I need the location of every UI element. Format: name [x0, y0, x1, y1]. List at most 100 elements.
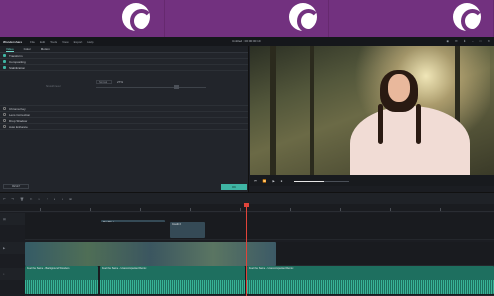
- ruler-tick: [190, 208, 191, 211]
- person-body: [350, 106, 470, 175]
- section-label: Chroma Key: [9, 106, 26, 111]
- audio-icon[interactable]: ♪: [62, 197, 64, 201]
- checkbox-icon[interactable]: [3, 119, 6, 122]
- clip-label: Feel the Same - Background Wonders: [27, 267, 70, 270]
- ruler-tick: [140, 208, 141, 211]
- rewind-icon[interactable]: ⏪: [263, 179, 267, 183]
- title-bar: Wondershare File Edit Tools View Export …: [0, 37, 494, 46]
- window-controls: ◉ ✉ ⬇ – □ ✕: [446, 39, 490, 43]
- checkbox-icon[interactable]: [3, 125, 6, 128]
- playhead[interactable]: [246, 204, 247, 296]
- clip-label: Credit 3: [172, 223, 181, 226]
- braid: [378, 104, 383, 144]
- audio-clip[interactable]: Feel the Same - Unaccompanied Remix: [100, 266, 245, 294]
- tab-motion[interactable]: Motion: [41, 47, 50, 51]
- clip-label: Feel the Same - Unaccompanied Remix: [102, 267, 147, 270]
- play-icon[interactable]: ▶: [272, 179, 274, 183]
- prev-frame-icon[interactable]: ⏮: [254, 179, 257, 183]
- smooth-slider[interactable]: [96, 87, 206, 88]
- edit-panel: Video Color Motion Transform Compositing…: [0, 46, 249, 192]
- track-header-audio[interactable]: ♪: [0, 268, 25, 280]
- color-icon[interactable]: ◐: [54, 197, 56, 201]
- filmora-logo-icon: [453, 3, 485, 33]
- video-clip[interactable]: [25, 242, 276, 266]
- menu-edit[interactable]: Edit: [40, 40, 45, 44]
- tab-video[interactable]: Video: [6, 47, 14, 52]
- track-header-video[interactable]: ▶: [0, 242, 25, 254]
- ruler-tick: [440, 208, 441, 211]
- checkbox-icon[interactable]: [3, 107, 6, 110]
- delete-icon[interactable]: 🗑: [20, 197, 24, 201]
- tab-color[interactable]: Color: [24, 47, 31, 51]
- section-label: Stabilization: [9, 65, 26, 70]
- ruler-tick: [390, 208, 391, 211]
- clip-label: Feel the Same - Unaccompanied Remix: [249, 267, 294, 270]
- section-label: Compositing: [9, 59, 26, 64]
- track-overlay: Credit 3: [25, 222, 494, 240]
- user-icon[interactable]: ◉: [446, 39, 449, 43]
- audio-waveform: [247, 280, 494, 294]
- menu-export[interactable]: Export: [74, 40, 83, 44]
- minimize-icon[interactable]: –: [472, 39, 474, 43]
- checkbox-icon[interactable]: [3, 54, 6, 57]
- top-banner: [0, 0, 494, 37]
- stop-icon[interactable]: ⏹: [281, 179, 283, 183]
- ruler-tick: [90, 208, 91, 211]
- undo-icon[interactable]: ↶: [3, 197, 6, 201]
- audio-clip[interactable]: Feel the Same - Unaccompanied Remix: [247, 266, 494, 294]
- stabilization-settings: Normal 27% Smooth level: [0, 71, 248, 106]
- tree-trunk: [310, 46, 314, 175]
- playback-progress-fill: [294, 181, 324, 182]
- audio-waveform: [100, 280, 245, 294]
- checkbox-icon[interactable]: [3, 113, 6, 116]
- menu-tools[interactable]: Tools: [50, 40, 57, 44]
- banner-tile: [329, 0, 494, 37]
- redo-icon[interactable]: ↷: [12, 197, 15, 201]
- document-title: Untitled : 00:00:00:19: [232, 39, 261, 43]
- menu-bar: File Edit Tools View Export Help: [30, 40, 93, 44]
- app-name: Wondershare: [3, 39, 23, 44]
- filmora-logo-icon: [122, 3, 153, 33]
- download-icon[interactable]: ⬇: [463, 39, 466, 43]
- checkbox-icon[interactable]: [3, 60, 6, 63]
- ruler-tick: [40, 208, 41, 211]
- section-auto-enhance[interactable]: Auto Enhance: [0, 124, 248, 130]
- cut-icon[interactable]: ✂: [30, 197, 33, 201]
- credit-clip[interactable]: Credit 3: [170, 222, 205, 238]
- speed-icon[interactable]: ◔: [46, 197, 48, 201]
- section-label: Auto Enhance: [9, 124, 28, 129]
- reset-button[interactable]: RESET: [3, 184, 29, 189]
- menu-view[interactable]: View: [62, 40, 68, 44]
- banner-tile: [0, 0, 165, 37]
- braid: [416, 104, 421, 144]
- ok-button[interactable]: OK: [221, 184, 247, 190]
- audio-clip[interactable]: Feel the Same - Background Wonders: [25, 266, 98, 294]
- edit-tabs: Video Color Motion: [0, 46, 248, 53]
- maximize-icon[interactable]: □: [480, 39, 482, 43]
- audio-waveform: [25, 280, 98, 294]
- slider-handle[interactable]: [174, 85, 179, 89]
- section-label: Drop Shadow: [9, 118, 28, 123]
- section-label: Transform: [9, 53, 23, 58]
- section-label: Lens Correction: [9, 112, 31, 117]
- stabilize-icon[interactable]: ⊞: [69, 197, 72, 201]
- mail-icon[interactable]: ✉: [455, 39, 458, 43]
- smooth-value: 27%: [117, 80, 124, 84]
- filmora-logo-icon: [288, 3, 320, 33]
- track-header-title[interactable]: ▤: [0, 213, 25, 225]
- video-preview: [250, 46, 494, 175]
- playback-controls: ⏮ ⏪ ▶ ⏹: [250, 175, 494, 186]
- close-icon[interactable]: ✕: [487, 39, 490, 43]
- track-video: [25, 242, 494, 266]
- track-audio: Feel the Same - Background Wonders Feel …: [25, 266, 494, 296]
- checkbox-icon[interactable]: [3, 66, 6, 69]
- ruler-tick: [290, 208, 291, 211]
- analyze-field[interactable]: Normal: [96, 80, 112, 84]
- menu-help[interactable]: Help: [87, 40, 93, 44]
- banner-tile: [165, 0, 330, 37]
- menu-file[interactable]: File: [30, 40, 35, 44]
- app-root: Wondershare File Edit Tools View Export …: [0, 0, 494, 296]
- crop-icon[interactable]: ⌗: [38, 197, 40, 201]
- person-face: [388, 74, 410, 102]
- tree-trunk: [270, 46, 276, 175]
